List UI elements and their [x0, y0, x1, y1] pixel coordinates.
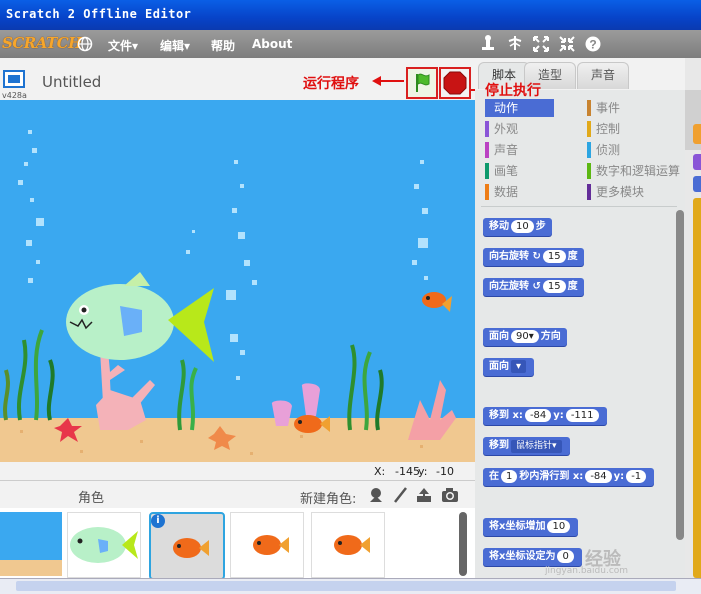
- menu-help[interactable]: 帮助: [211, 37, 235, 54]
- menu-bar: SCRATCH 文件▾ 编辑▾ 帮助 About ?: [0, 30, 701, 58]
- x-value: -145: [395, 465, 420, 478]
- annotation-run: 运行程序: [303, 76, 359, 92]
- mouse-coordinates-bar: X: -145 y: -10: [0, 462, 475, 480]
- category-motion[interactable]: 动作: [485, 99, 554, 117]
- duplicate-icon[interactable]: [479, 34, 497, 54]
- globe-icon[interactable]: [76, 34, 94, 54]
- paint-new-sprite-icon[interactable]: [391, 486, 409, 504]
- green-flag-button[interactable]: [406, 67, 438, 99]
- window-horizontal-scrollbar[interactable]: [0, 578, 701, 594]
- script-block-edge-control: [693, 198, 701, 578]
- title-bar: Scratch 2 Offline Editor: [0, 0, 701, 30]
- sprite-thumb-fish-2-selected[interactable]: i: [149, 512, 225, 580]
- stop-button[interactable]: [439, 67, 471, 99]
- block-point-towards[interactable]: 面向 ▾: [483, 358, 535, 376]
- y-label: y:: [418, 465, 428, 478]
- block-move-steps[interactable]: 移动 10 步: [483, 218, 552, 236]
- stage-mode-toggle[interactable]: [3, 70, 25, 88]
- scratch-logo[interactable]: SCRATCH: [2, 34, 82, 52]
- sprite-list: i: [0, 508, 475, 580]
- choose-sprite-from-library-icon[interactable]: [367, 486, 385, 504]
- menu-about[interactable]: About: [252, 37, 292, 51]
- block-glide[interactable]: 在 1 秒内滑行到 x: -84 y: -1: [483, 468, 655, 486]
- stop-sign-icon: [443, 71, 467, 95]
- project-title-field[interactable]: Untitled: [42, 73, 101, 91]
- upload-sprite-icon[interactable]: [415, 486, 433, 504]
- script-block-edge-looks: [693, 154, 701, 170]
- sprite-thumb-fish-3[interactable]: [230, 512, 304, 578]
- sprite-info-icon[interactable]: i: [151, 514, 165, 528]
- annotation-stop: 停止执行: [485, 83, 541, 99]
- watermark-url: jingyan.baidu.com: [545, 566, 629, 576]
- block-palette: 动作 外观 声音 画笔 数据 事件 控制 侦测 数字和逻辑运算 更多模块 移动 1…: [475, 90, 685, 580]
- y-value: -10: [436, 465, 454, 478]
- sprite-thumb-fish-4[interactable]: [311, 512, 385, 578]
- block-go-to[interactable]: 移到 鼠标指针▾: [483, 437, 570, 455]
- grow-icon[interactable]: [532, 34, 550, 54]
- stage-thumbnail[interactable]: [0, 512, 62, 576]
- scrollbar-thumb[interactable]: [16, 581, 676, 591]
- sprite-pane-header: 角色 新建角色:: [0, 480, 475, 509]
- block-turn-right[interactable]: 向右旋转 ↻ 15 度: [483, 248, 584, 266]
- block-change-x[interactable]: 将x坐标增加 10: [483, 518, 579, 536]
- underwater-backdrop: [0, 100, 475, 462]
- tab-sounds[interactable]: 声音: [577, 62, 629, 89]
- block-point-in-direction[interactable]: 面向 90▾ 方向: [483, 328, 567, 346]
- shrink-icon[interactable]: [558, 34, 576, 54]
- version-label: v428a: [2, 91, 27, 100]
- cut-icon[interactable]: [506, 34, 524, 54]
- sprites-label: 角色: [78, 491, 105, 506]
- category-events[interactable]: 事件: [587, 99, 620, 117]
- category-operators[interactable]: 数字和逻辑运算: [587, 162, 680, 180]
- script-block-edge-motion: [693, 176, 701, 192]
- x-label: X:: [374, 465, 386, 478]
- scripts-area[interactable]: [685, 58, 701, 580]
- category-pen[interactable]: 画笔: [485, 162, 518, 180]
- category-sound[interactable]: 声音: [485, 141, 518, 159]
- help-icon[interactable]: ?: [584, 34, 602, 54]
- new-sprite-label: 新建角色:: [300, 492, 357, 507]
- menu-edit[interactable]: 编辑▾: [160, 37, 190, 54]
- annotation-arrow-left-icon: [372, 76, 404, 86]
- category-looks[interactable]: 外观: [485, 120, 518, 138]
- sprite-list-scrollbar[interactable]: [459, 512, 467, 576]
- menu-file[interactable]: 文件▾: [108, 37, 138, 54]
- block-turn-left[interactable]: 向左旋转 ↺ 15 度: [483, 278, 584, 296]
- palette-divider: [481, 206, 677, 207]
- palette-scrollbar[interactable]: [676, 210, 684, 540]
- category-data[interactable]: 数据: [485, 183, 518, 201]
- category-sensing[interactable]: 侦测: [587, 141, 620, 159]
- block-set-x[interactable]: 将x坐标设定为 0: [483, 548, 582, 566]
- green-flag-icon: [416, 73, 430, 92]
- window-title: Scratch 2 Offline Editor: [6, 7, 192, 21]
- category-control[interactable]: 控制: [587, 120, 620, 138]
- script-block-edge: [693, 124, 701, 144]
- category-more-blocks[interactable]: 更多模块: [587, 183, 644, 201]
- svg-text:?: ?: [589, 38, 596, 52]
- stage[interactable]: [0, 100, 475, 462]
- camera-icon[interactable]: [440, 486, 460, 504]
- sprite-thumb-fish-1[interactable]: [67, 512, 141, 578]
- block-go-to-xy[interactable]: 移到 x: -84 y: -111: [483, 407, 607, 425]
